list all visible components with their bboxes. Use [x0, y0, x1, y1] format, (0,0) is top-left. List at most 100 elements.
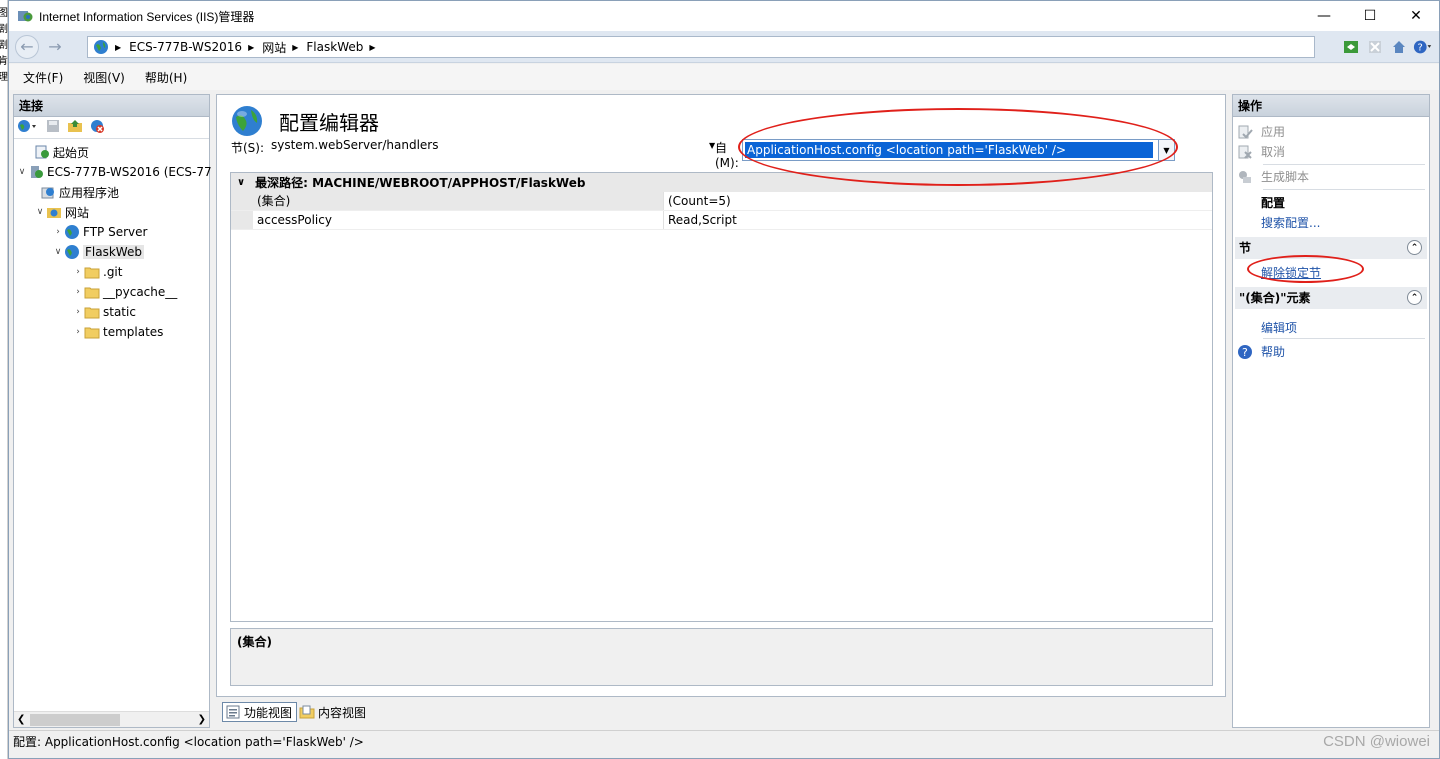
tree-item-ftp-server[interactable]: › FTP Server: [52, 223, 147, 241]
menu-bar: 文件(F) 视图(V) 帮助(H): [9, 64, 1439, 90]
tree-item-pycache[interactable]: › __pycache__: [72, 283, 177, 301]
connections-toolbar: [14, 117, 209, 139]
unlock-section-link[interactable]: 解除锁定节: [1261, 264, 1321, 281]
globe-icon: [64, 244, 80, 260]
connect-icon[interactable]: [17, 118, 39, 137]
collapse-icon[interactable]: ⌃: [1407, 240, 1422, 255]
table-row[interactable]: accessPolicy Read,Script: [231, 211, 1212, 230]
close-button[interactable]: ✕: [1393, 1, 1439, 31]
disconnect-icon[interactable]: [89, 118, 105, 137]
up-folder-icon[interactable]: [67, 118, 83, 137]
description-box: (集合): [230, 628, 1213, 686]
config-heading: 配置: [1261, 196, 1286, 210]
row-value[interactable]: (Count=5): [664, 192, 731, 210]
menu-help[interactable]: 帮助(H): [145, 69, 187, 86]
chevron-down-icon[interactable]: ∨: [34, 207, 46, 217]
svg-text:?: ?: [1242, 346, 1248, 359]
tree-item-flaskweb[interactable]: ∨ FlaskWeb: [52, 243, 144, 261]
title-bar: Internet Information Services (IIS)管理器 —…: [9, 1, 1439, 31]
chevron-down-icon[interactable]: ∨: [237, 177, 245, 188]
script-icon: [1237, 169, 1253, 185]
scroll-left-icon[interactable]: ❮: [17, 714, 25, 725]
background-window-edge: 图剧剧肯理: [0, 0, 8, 759]
collection-group-header[interactable]: "(集合)"元素 ⌃: [1235, 287, 1427, 309]
from-combobox-value: ApplicationHost.config <location path='F…: [745, 142, 1153, 158]
maximize-button[interactable]: ☐: [1347, 1, 1393, 31]
home-icon[interactable]: [1389, 37, 1409, 57]
minimize-button[interactable]: —: [1301, 1, 1347, 31]
back-button[interactable]: ←: [15, 34, 39, 59]
svg-text:?: ?: [1418, 43, 1423, 54]
chevron-down-icon[interactable]: ∨: [52, 247, 64, 257]
chevron-right-icon[interactable]: ›: [52, 227, 64, 237]
row-key: accessPolicy: [253, 211, 664, 229]
chevron-down-icon[interactable]: ▼: [1158, 140, 1174, 160]
watermark: CSDN @wiowei: [1323, 733, 1430, 750]
folder-icon: [84, 284, 100, 300]
breadcrumb-server[interactable]: ECS-777B-WS2016: [129, 40, 242, 54]
row-key: (集合): [253, 192, 664, 210]
connections-hscrollbar[interactable]: ❮ ❯: [14, 711, 209, 727]
section-group-header[interactable]: 节 ⌃: [1235, 237, 1427, 259]
search-config-link[interactable]: 搜索配置...: [1261, 214, 1320, 231]
tree-item-static[interactable]: › static: [72, 303, 136, 321]
stop-icon[interactable]: [1365, 37, 1385, 57]
chevron-right-icon[interactable]: ›: [72, 267, 84, 277]
iis-app-icon: [18, 11, 33, 22]
tree-item-app-pools[interactable]: 应用程序池: [40, 183, 119, 201]
window-title: Internet Information Services (IIS)管理器: [39, 9, 255, 24]
features-view-icon: [226, 705, 240, 719]
section-combobox[interactable]: system.webServer/handlers: [267, 135, 713, 155]
scroll-right-icon[interactable]: ❯: [198, 714, 206, 725]
generate-script-action[interactable]: 生成脚本: [1237, 168, 1309, 185]
tree-item-git[interactable]: › .git: [72, 263, 122, 281]
tree-item-server[interactable]: ∨ ECS-777B-WS2016 (ECS-77: [16, 163, 212, 181]
breadcrumb-sites[interactable]: 网站: [262, 39, 286, 56]
actions-header: 操作: [1233, 95, 1429, 117]
cancel-action[interactable]: 取消: [1237, 143, 1285, 160]
tree-item-templates[interactable]: › templates: [72, 323, 163, 341]
forward-button[interactable]: →: [43, 35, 67, 59]
row-value[interactable]: Read,Script: [664, 211, 737, 229]
page-title: 配置编辑器: [231, 105, 379, 137]
globe-icon: [232, 106, 262, 136]
config-editor-panel: 配置编辑器 节(S): system.webServer/handlers ▼ …: [216, 94, 1226, 697]
tab-features-view[interactable]: 功能视图: [222, 702, 298, 722]
help-link[interactable]: ? 帮助: [1237, 343, 1285, 360]
folder-icon: [84, 304, 100, 320]
breadcrumb-site[interactable]: FlaskWeb: [306, 40, 363, 54]
app-pool-icon: [40, 184, 56, 200]
grid-group-header[interactable]: ∨ 最深路径: MACHINE/WEBROOT/APPHOST/FlaskWeb: [231, 173, 1212, 192]
folder-icon: [84, 264, 100, 280]
status-bar: 配置: ApplicationHost.config <location pat…: [9, 730, 1439, 751]
menu-view[interactable]: 视图(V): [83, 69, 125, 86]
address-bar: ← → ▶ ECS-777B-WS2016 ▶ 网站 ▶ FlaskWeb ▶: [9, 31, 1439, 63]
status-text: 配置: ApplicationHost.config <location pat…: [13, 734, 364, 749]
connections-panel: 连接 起始页 ∨ ECS-777B-WS2016 (ECS-77 应用程序池 ∨…: [13, 94, 212, 728]
connections-tree: 起始页 ∨ ECS-777B-WS2016 (ECS-77 应用程序池 ∨ 网站…: [14, 139, 212, 339]
globe-icon: [64, 224, 80, 240]
tab-content-view[interactable]: 内容视图: [297, 702, 370, 722]
table-row[interactable]: (集合) (Count=5): [231, 192, 1212, 211]
help-dropdown-icon[interactable]: ?: [1413, 37, 1433, 57]
breadcrumb[interactable]: ▶ ECS-777B-WS2016 ▶ 网站 ▶ FlaskWeb ▶: [87, 36, 1315, 58]
collapse-icon[interactable]: ⌃: [1407, 290, 1422, 305]
section-label: 节(S):: [231, 141, 265, 155]
from-combobox[interactable]: ApplicationHost.config <location path='F…: [742, 139, 1175, 161]
chevron-right-icon[interactable]: ›: [72, 307, 84, 317]
save-icon[interactable]: [45, 118, 61, 137]
start-page-icon: [34, 144, 50, 160]
chevron-down-icon[interactable]: ∨: [16, 167, 28, 177]
chevron-right-icon[interactable]: ›: [72, 287, 84, 297]
menu-file[interactable]: 文件(F): [23, 69, 63, 86]
folder-icon: [84, 324, 100, 340]
connections-header: 连接: [14, 95, 209, 117]
apply-action[interactable]: 应用: [1237, 123, 1285, 140]
tree-item-start-page[interactable]: 起始页: [22, 143, 89, 161]
refresh-icon[interactable]: [1341, 37, 1361, 57]
chevron-right-icon[interactable]: ›: [72, 327, 84, 337]
scroll-thumb[interactable]: [30, 714, 120, 726]
apply-icon: [1237, 124, 1253, 140]
edit-items-link[interactable]: 编辑项: [1261, 319, 1297, 336]
tree-item-sites[interactable]: ∨ 网站: [34, 203, 89, 221]
